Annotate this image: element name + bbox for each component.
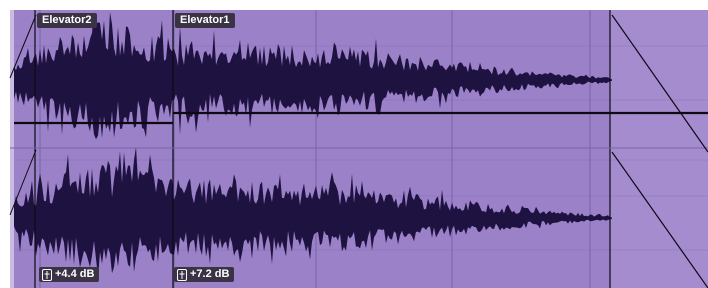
clip-left-edge — [10, 10, 14, 288]
gain-handle-icon — [42, 268, 52, 281]
audio-clips-canvas — [9, 10, 708, 288]
clip-gain-elevator2[interactable]: +4.4 dB — [39, 267, 100, 282]
clip-gain-value: +7.2 dB — [190, 268, 230, 280]
arrangement-view: Elevator2 Elevator1 +4.4 dB +7.2 dB — [0, 0, 708, 288]
clip-gain-value: +4.4 dB — [55, 268, 95, 280]
clip-title-elevator2[interactable]: Elevator2 — [37, 13, 97, 28]
clip-gain-elevator1[interactable]: +7.2 dB — [174, 267, 235, 282]
clip-title-elevator1[interactable]: Elevator1 — [175, 13, 235, 28]
fade-out-region[interactable] — [610, 10, 708, 288]
gain-handle-icon — [177, 268, 187, 281]
